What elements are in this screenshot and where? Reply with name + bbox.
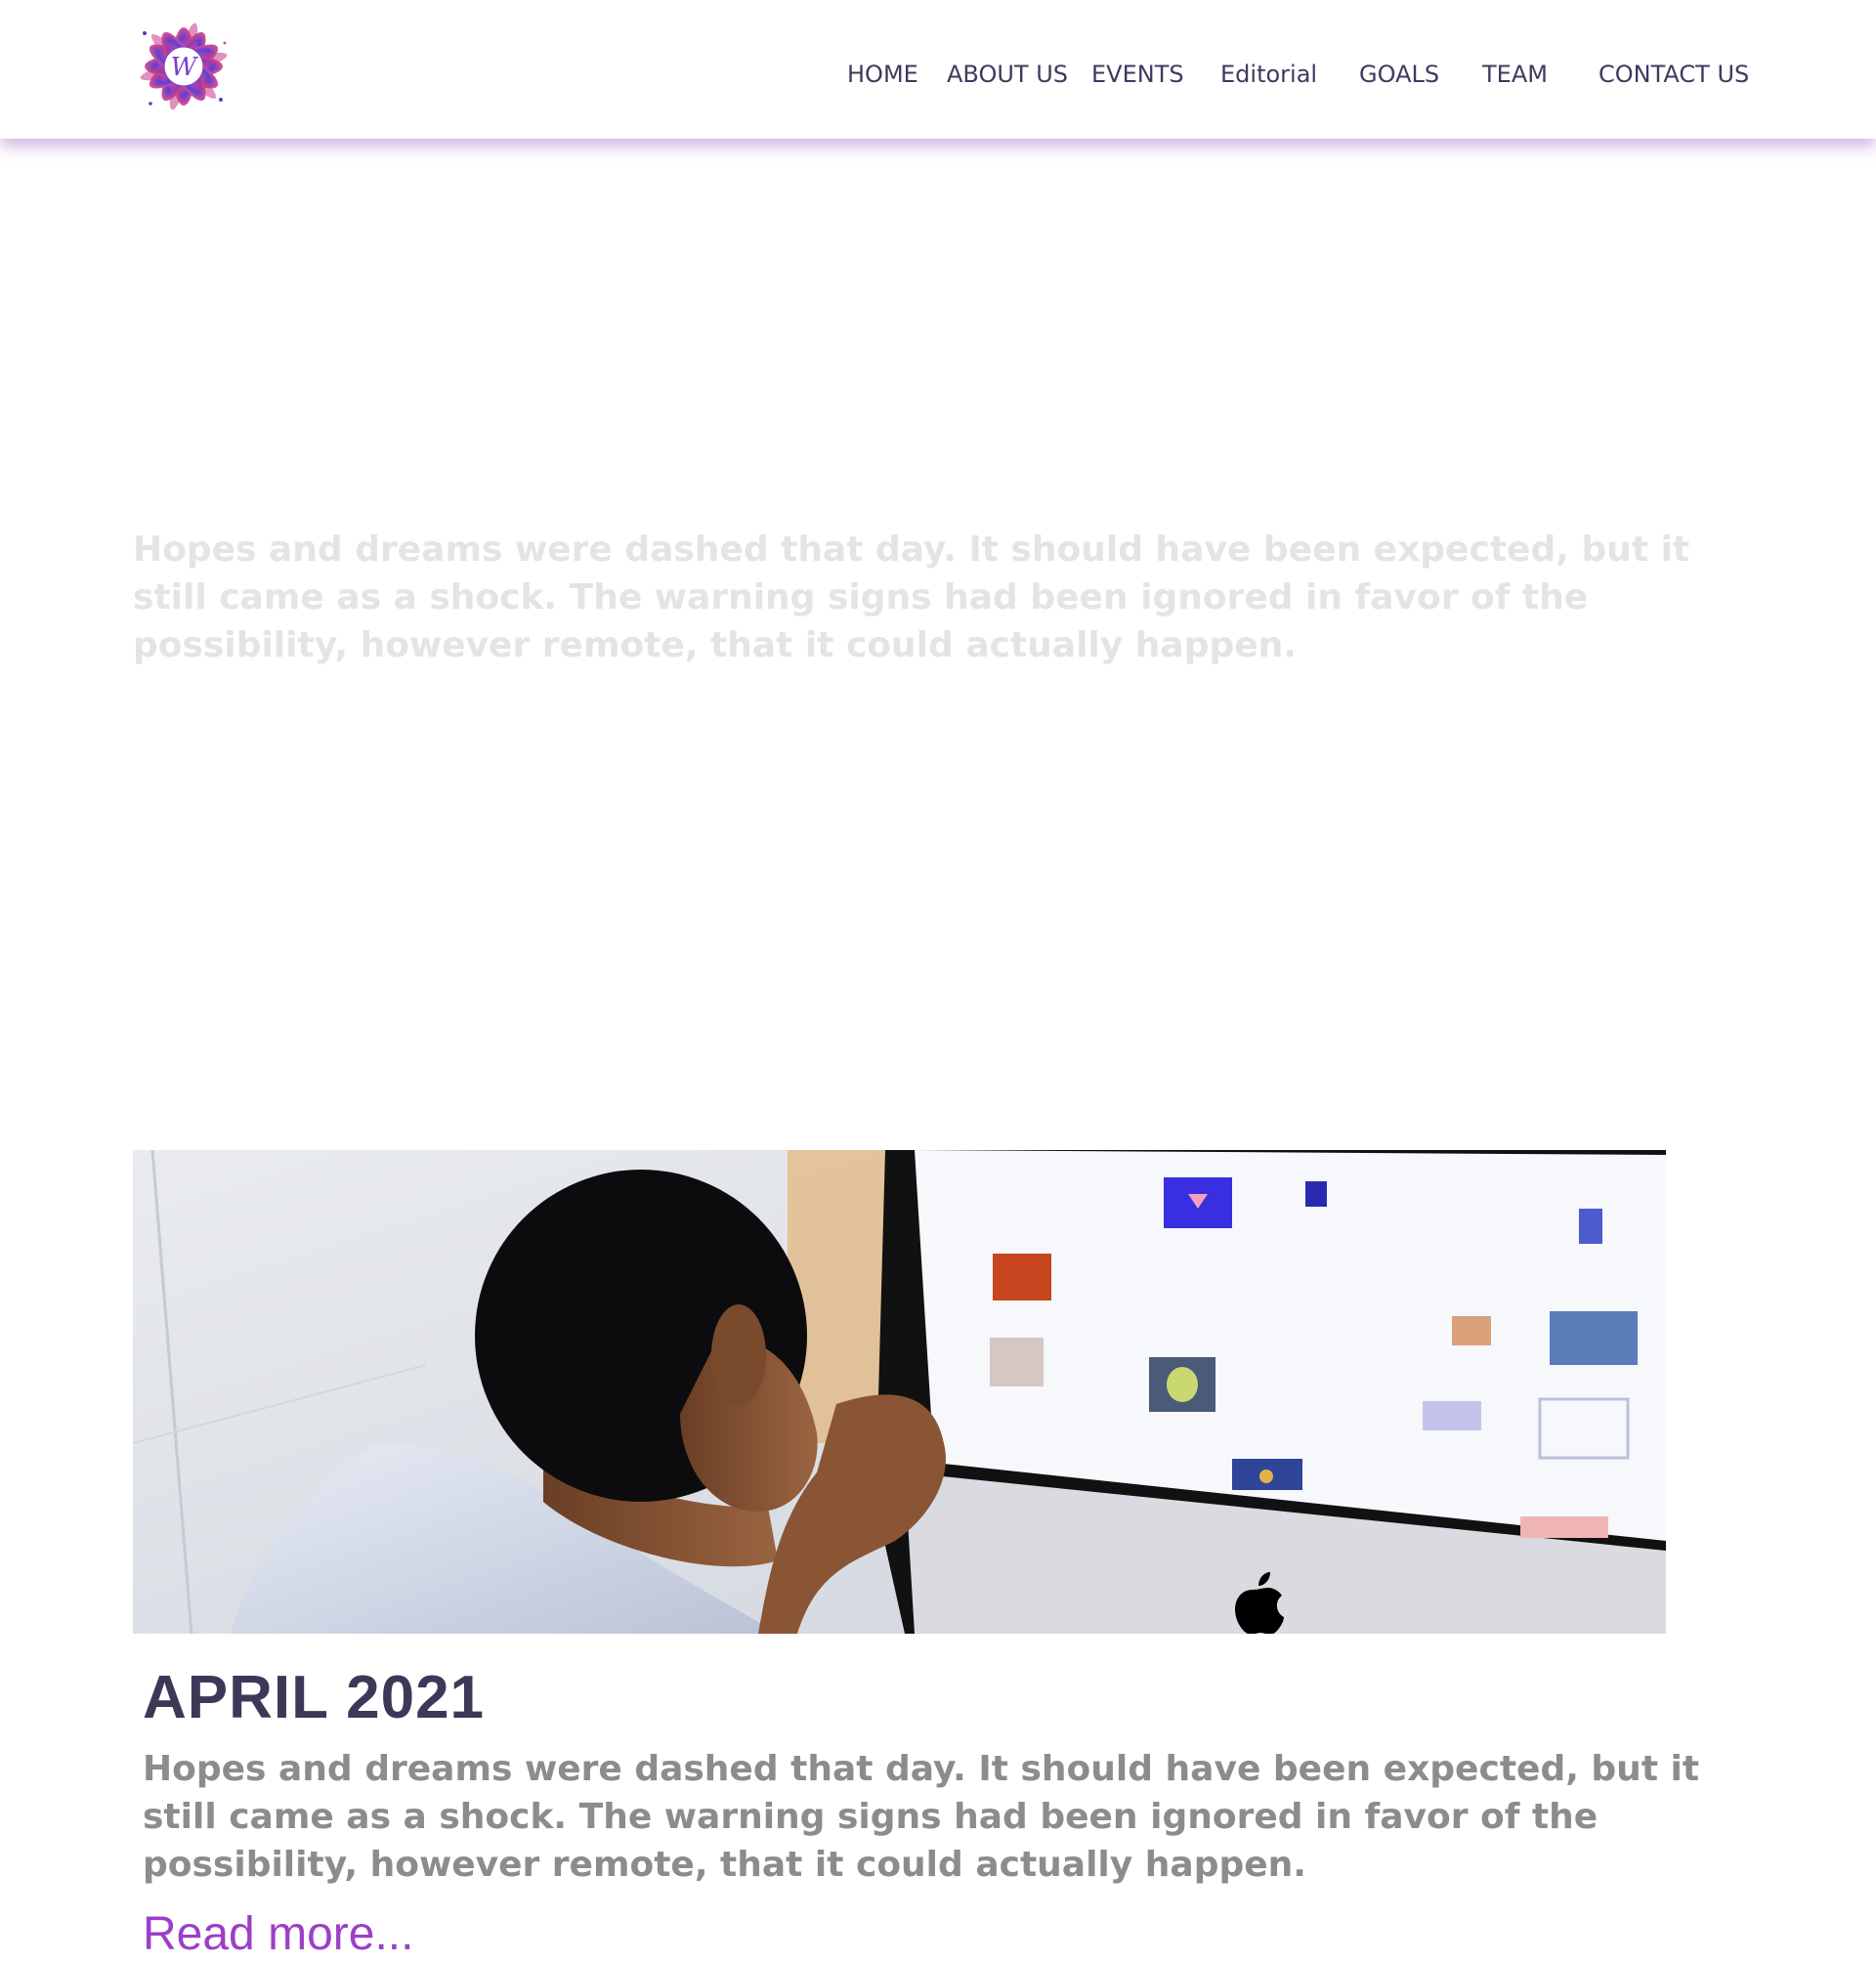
nav-contact-us[interactable]: CONTACT US xyxy=(1599,61,1749,88)
svg-text:W: W xyxy=(171,53,199,82)
man-at-computer-photo[interactable] xyxy=(133,1150,1666,1634)
nav-about-us[interactable]: ABOUT US xyxy=(947,61,1068,88)
post-title: APRIL 2021 xyxy=(143,1664,486,1731)
hero-text: Hopes and dreams were dashed that day. I… xyxy=(133,530,1690,665)
nav-events[interactable]: EVENTS xyxy=(1091,61,1184,88)
site-header: W HOME ABOUT US EVENTS Editorial GOALS T… xyxy=(0,0,1876,139)
nav-editorial[interactable]: Editorial xyxy=(1220,61,1317,88)
mandala-logo-icon[interactable]: W xyxy=(131,14,236,119)
post-excerpt: Hopes and dreams were dashed that day. I… xyxy=(143,1749,1700,1885)
read-more-link[interactable]: Read more... xyxy=(143,1905,413,1961)
nav-home[interactable]: HOME xyxy=(847,61,918,88)
nav-team[interactable]: TEAM xyxy=(1482,61,1548,88)
nav-goals[interactable]: GOALS xyxy=(1359,61,1439,88)
